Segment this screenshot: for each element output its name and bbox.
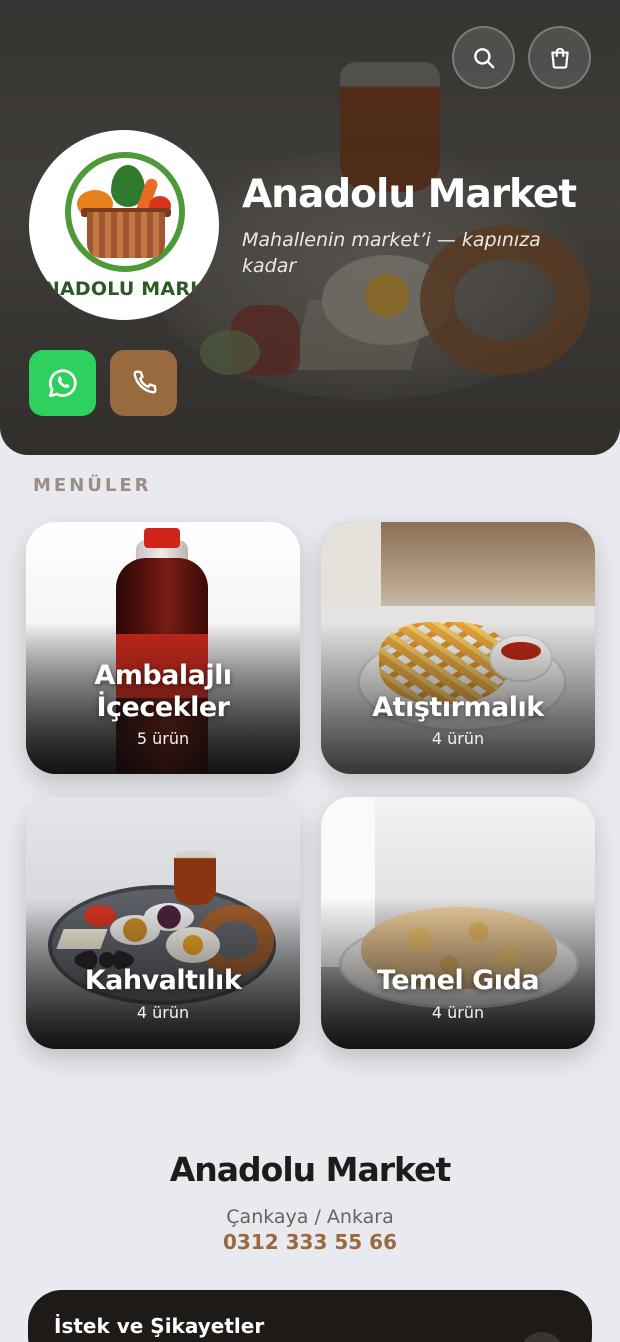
cart-button[interactable]: [528, 26, 591, 89]
whatsapp-button[interactable]: [29, 350, 96, 416]
brand-tagline: Mahallenin market’i — kapınıza kadar: [242, 229, 541, 277]
store-location: Çankaya / Ankara: [226, 1206, 394, 1228]
feedback-label: İstek ve Şikayetler: [54, 1314, 265, 1338]
shopping-bag-icon: [550, 47, 569, 69]
menu-card-temel-gida[interactable]: Temel Gıda 4 ürün: [321, 797, 595, 1049]
menu-card-kahvaltilik[interactable]: Kahvaltılık 4 ürün: [26, 797, 300, 1049]
chevron-down-icon[interactable]: [520, 1332, 564, 1342]
menu-card-ambalajli-icecekler[interactable]: Ambalajlı İçecekler 5 ürün: [26, 522, 300, 774]
menus-section-label: MENÜLER: [33, 475, 152, 496]
search-icon: [473, 47, 494, 68]
menu-card-title: Kahvaltılık: [84, 965, 242, 996]
menu-card-count: 5 ürün: [136, 729, 190, 748]
menu-card-title: Temel Gıda: [376, 965, 540, 996]
menu-card-count: 4 ürün: [431, 729, 485, 748]
menu-card-count: 4 ürün: [431, 1003, 485, 1022]
menu-card-title: Ambalajlı İçecekler: [94, 660, 232, 723]
phone-icon: [132, 370, 157, 394]
phone-call-button[interactable]: [110, 350, 177, 416]
menu-card-title: Atıştırmalık: [372, 692, 544, 723]
hero-banner: ANADOLU MARKET Anadolu Market Mahallenin…: [0, 0, 620, 455]
whatsapp-icon: [48, 369, 77, 398]
feedback-card[interactable]: İstek ve Şikayetler: [28, 1290, 592, 1342]
menu-card-atistirmalik[interactable]: Atıştırmalık 4 ürün: [321, 522, 595, 774]
brand-name: Anadolu Market: [242, 172, 577, 217]
menu-card-count: 4 ürün: [136, 1003, 190, 1022]
logo-text: ANADOLU MARKET: [29, 278, 219, 300]
logo-basket: [87, 212, 165, 258]
store-logo: ANADOLU MARKET: [29, 130, 219, 320]
store-info-title: Anadolu Market: [169, 1150, 452, 1189]
search-button[interactable]: [452, 26, 515, 89]
store-phone-link[interactable]: 0312 333 55 66: [0, 1230, 620, 1254]
